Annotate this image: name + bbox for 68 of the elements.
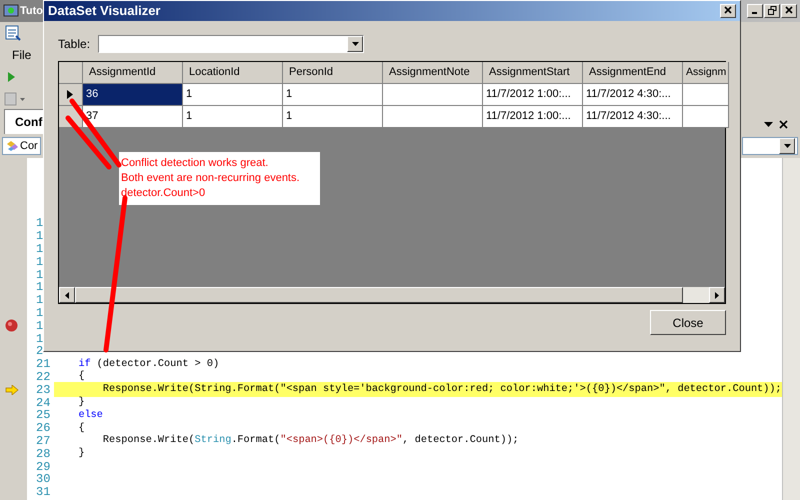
dialog-title: DataSet Visualizer bbox=[48, 2, 160, 20]
table-cell[interactable] bbox=[383, 84, 483, 106]
column-header[interactable]: AssignmentStart bbox=[483, 62, 583, 84]
line-number: 1 bbox=[36, 215, 44, 231]
column-header[interactable]: AssignmentEnd bbox=[583, 62, 683, 84]
table-cell[interactable]: 11/7/2012 4:30:... bbox=[583, 84, 683, 106]
code-line: Response.Write(String.Format("<span>({0})</span>", detector.Count)); bbox=[102, 434, 519, 448]
minimize-button[interactable] bbox=[747, 4, 763, 18]
code-line: if (detector.Count > 0) bbox=[77, 358, 220, 370]
dropdown-icon bbox=[352, 42, 359, 46]
line-number: 30 bbox=[36, 471, 52, 487]
table-cell[interactable]: 1 bbox=[183, 84, 283, 106]
table-cell[interactable]: 1 bbox=[183, 106, 283, 128]
app-icon bbox=[3, 3, 19, 19]
table-label: Table: bbox=[58, 36, 90, 53]
table-cell[interactable]: 11/7/2012 1:00:... bbox=[483, 84, 583, 106]
table-dropdown[interactable] bbox=[98, 35, 364, 53]
menu-item[interactable]: File bbox=[4, 46, 40, 64]
type-combo[interactable]: Cor bbox=[2, 137, 41, 155]
column-header[interactable]: PersonId bbox=[283, 62, 383, 84]
table-cell[interactable]: 1 bbox=[283, 106, 383, 128]
column-header[interactable]: Assignm bbox=[683, 62, 729, 84]
breakpoint-icon[interactable] bbox=[5, 319, 18, 332]
code-line: } bbox=[77, 396, 85, 410]
table-cell[interactable] bbox=[683, 106, 729, 128]
document-icon[interactable] bbox=[4, 24, 22, 42]
line-number: 25 bbox=[36, 407, 52, 423]
column-header[interactable]: LocationId bbox=[183, 62, 283, 84]
window-title: Tuto bbox=[20, 4, 44, 19]
table-cell[interactable]: 37 bbox=[83, 106, 183, 128]
table-cell[interactable]: 11/7/2012 1:00:... bbox=[483, 106, 583, 128]
table-cell[interactable]: 36 bbox=[83, 84, 183, 106]
table-cell[interactable] bbox=[383, 106, 483, 128]
code-line: } bbox=[77, 446, 85, 462]
close-button[interactable] bbox=[781, 4, 797, 18]
restore-button[interactable] bbox=[764, 4, 780, 18]
current-row-icon bbox=[67, 90, 73, 99]
right-arrow-icon bbox=[715, 292, 719, 298]
annotation-text: detector.Count>0 bbox=[121, 186, 206, 201]
line-number: 1 bbox=[36, 228, 44, 244]
dropdown-icon[interactable] bbox=[764, 122, 773, 128]
annotation-text: Conflict detection works great. bbox=[121, 156, 270, 171]
code-line: { bbox=[77, 422, 85, 436]
code-line: { bbox=[77, 370, 85, 384]
line-number: 2 bbox=[36, 343, 44, 359]
table-cell[interactable]: 1 bbox=[283, 84, 383, 106]
horizontal-scrollbar[interactable] bbox=[59, 287, 725, 303]
code-line: else bbox=[77, 408, 103, 422]
row-header[interactable] bbox=[59, 84, 83, 106]
close-button[interactable]: Close bbox=[650, 310, 726, 335]
close-icon[interactable] bbox=[779, 120, 788, 129]
table-cell[interactable] bbox=[683, 84, 729, 106]
column-header[interactable]: AssignmentNote bbox=[383, 62, 483, 84]
column-header[interactable]: AssignmentId bbox=[83, 62, 183, 84]
pen-stroke bbox=[70, 98, 122, 168]
member-combo[interactable] bbox=[742, 137, 798, 155]
table-cell[interactable]: 11/7/2012 4:30:... bbox=[583, 106, 683, 128]
close-icon bbox=[724, 6, 732, 14]
close-button[interactable] bbox=[720, 4, 736, 18]
annotation-text: Both event are non-recurring events. bbox=[121, 171, 301, 186]
close-icon bbox=[785, 6, 793, 14]
dropdown-icon bbox=[784, 144, 790, 148]
vertical-scrollbar[interactable] bbox=[782, 158, 800, 500]
line-number: 31 bbox=[36, 484, 52, 500]
left-arrow-icon bbox=[65, 292, 69, 298]
restore-icon bbox=[768, 6, 776, 15]
class-icon bbox=[5, 139, 19, 153]
line-number: 1 bbox=[36, 279, 44, 295]
